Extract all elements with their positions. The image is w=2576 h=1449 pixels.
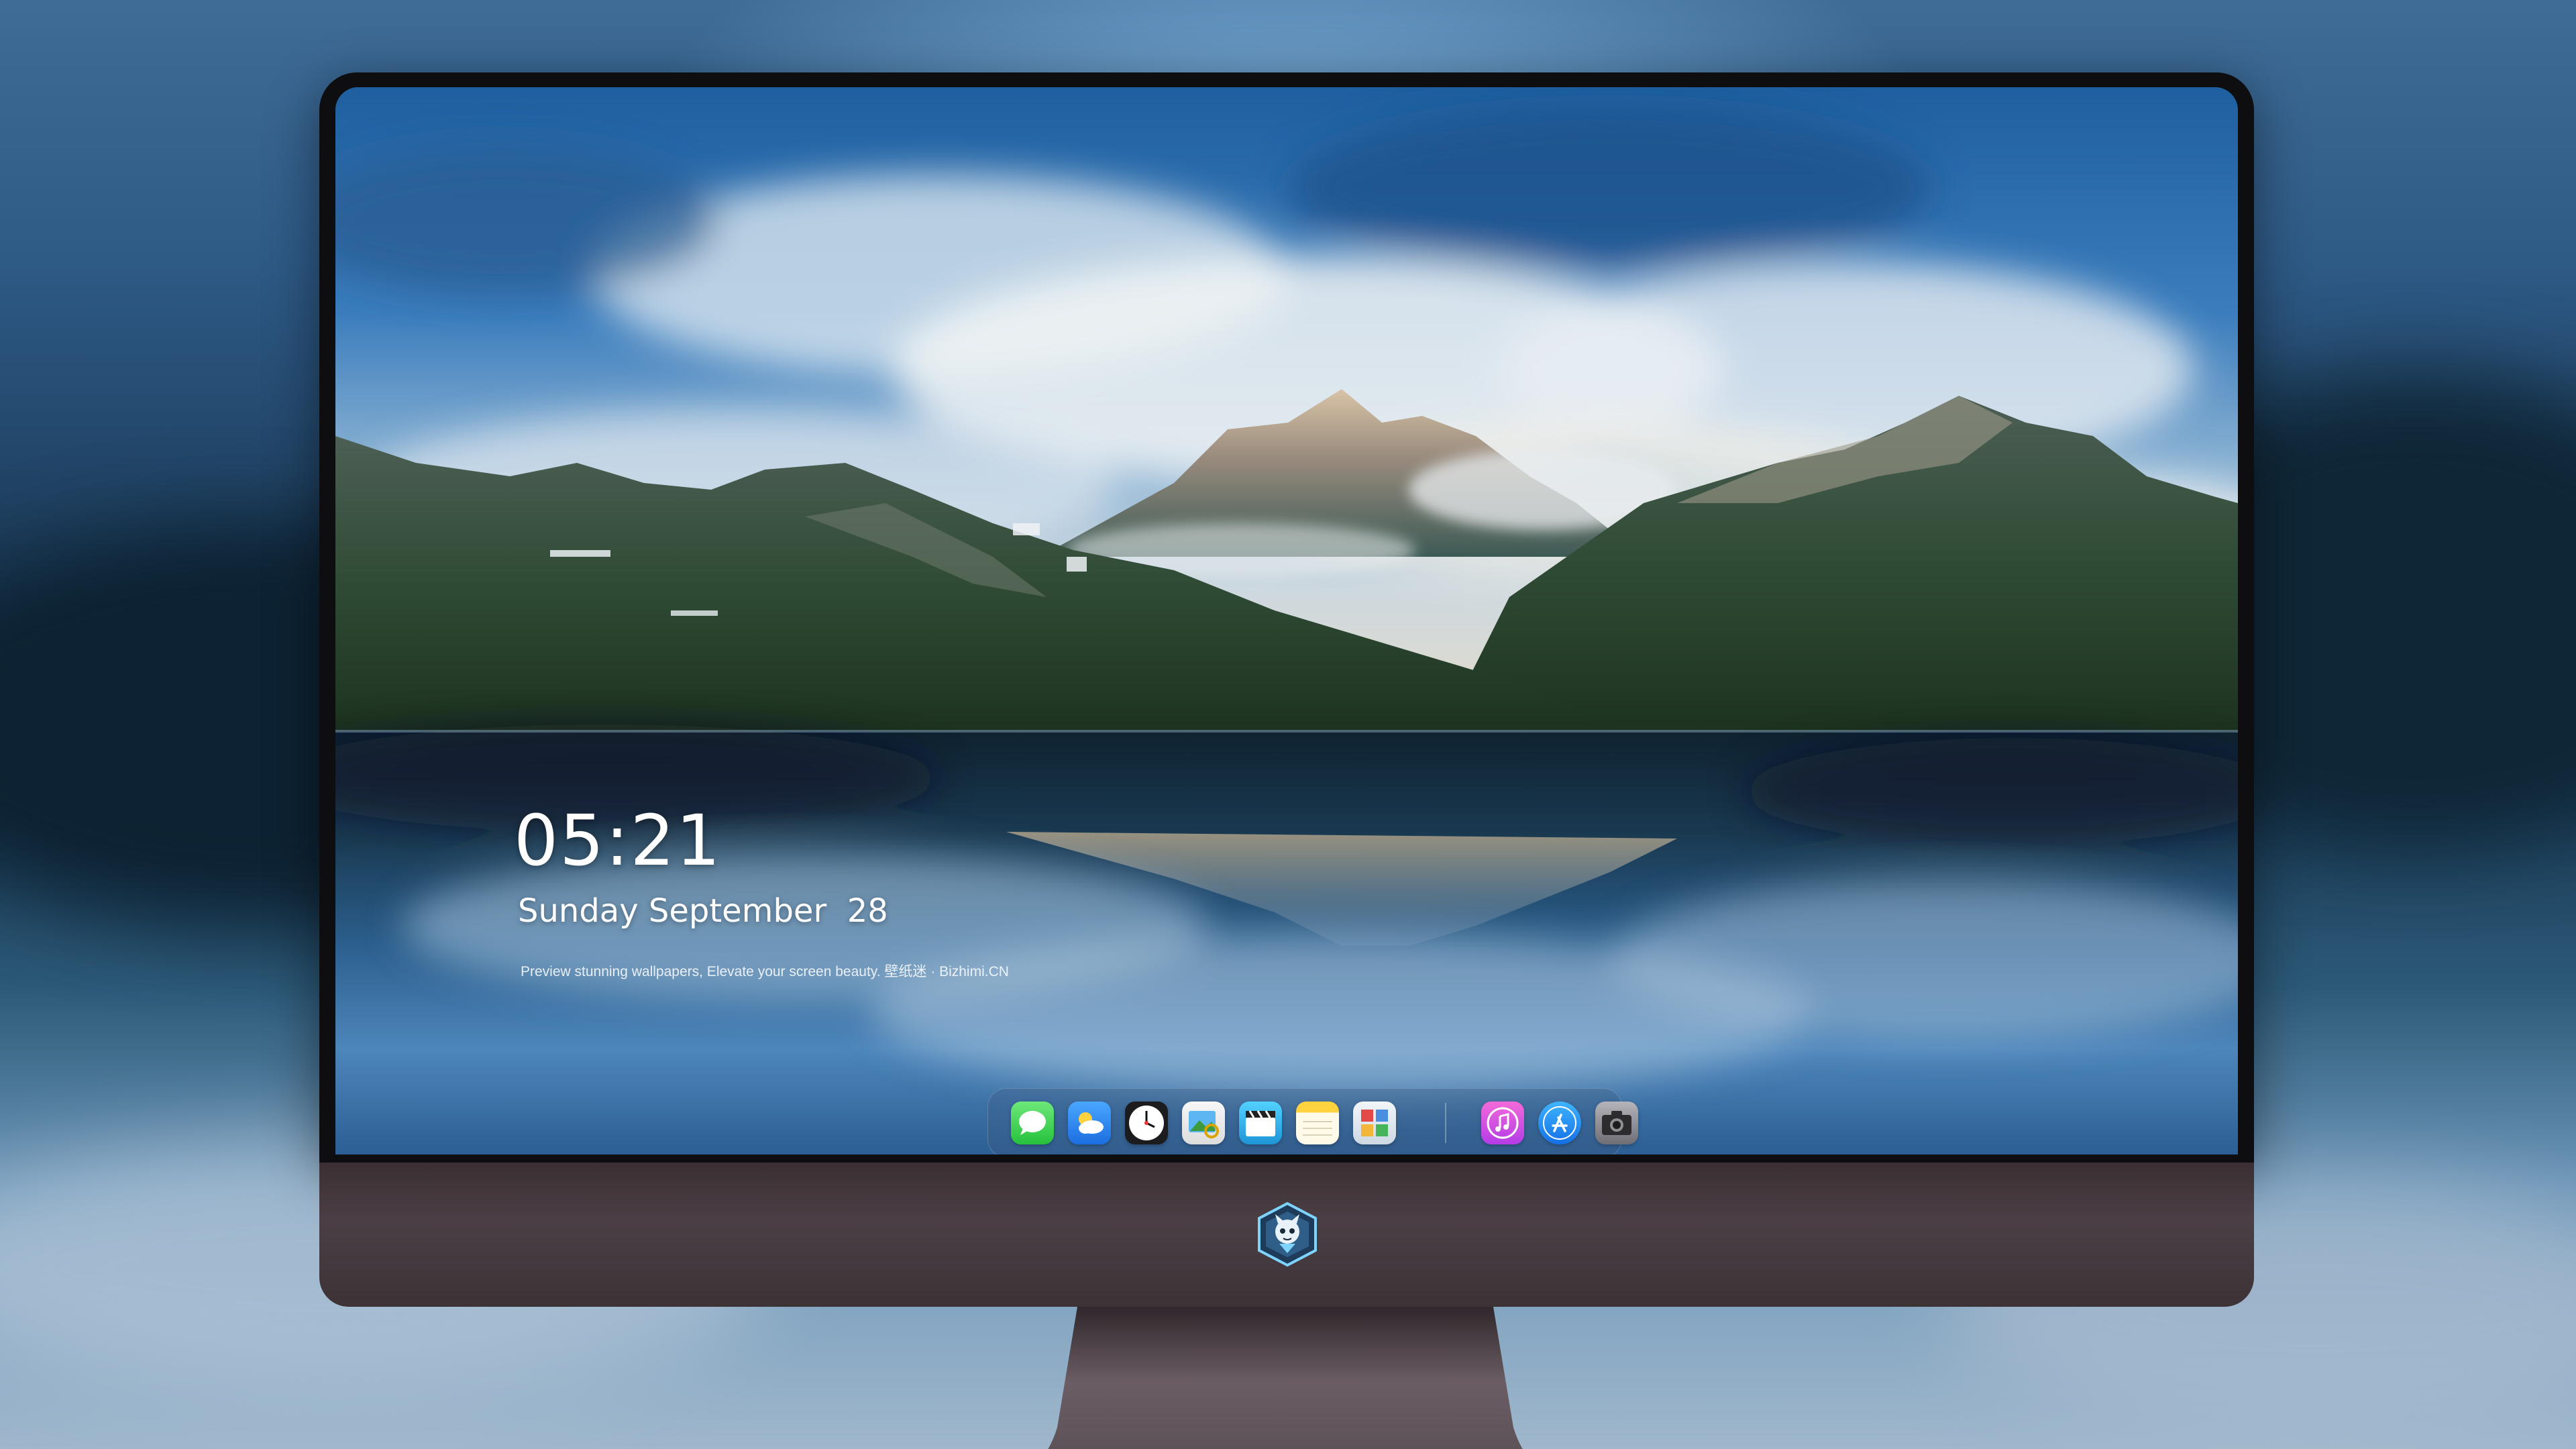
- brand-logo-icon: [1258, 1201, 1317, 1267]
- monitor-chin: [319, 1163, 2254, 1307]
- preview-glyph: [1189, 1111, 1219, 1138]
- app-store-icon[interactable]: [1538, 1102, 1581, 1144]
- monitor-stand: [1048, 1307, 1523, 1449]
- clock-icon[interactable]: [1125, 1102, 1168, 1144]
- dock: [987, 1088, 1638, 1155]
- clock-glyph: [1129, 1106, 1164, 1140]
- photo-booth-glyph: [1361, 1110, 1388, 1136]
- itunes-icon[interactable]: [1481, 1102, 1524, 1144]
- app-store-glyph: [1543, 1106, 1576, 1140]
- dock-separator: [1445, 1103, 1446, 1143]
- clips-glyph: [1246, 1110, 1275, 1136]
- wallpaper: [335, 87, 2238, 1155]
- lock-screen[interactable]: 05:21 Sunday September 28 Preview stunni…: [335, 87, 2238, 1155]
- notes-glyph: [1303, 1121, 1332, 1136]
- messages-glyph: [1019, 1111, 1046, 1135]
- camera-glyph: [1602, 1111, 1631, 1135]
- desktop-background: 05:21 Sunday September 28 Preview stunni…: [0, 0, 2576, 1449]
- itunes-glyph: [1487, 1107, 1519, 1139]
- clips-icon[interactable]: [1239, 1102, 1282, 1144]
- camera-icon[interactable]: [1595, 1102, 1638, 1144]
- notes-icon[interactable]: [1296, 1102, 1339, 1144]
- lock-screen-date: Sunday September 28: [518, 892, 888, 930]
- weather-glyph: [1079, 1112, 1104, 1134]
- photo-booth-icon[interactable]: [1353, 1102, 1396, 1144]
- lock-screen-time: 05:21: [514, 800, 722, 881]
- monitor-bezel: 05:21 Sunday September 28 Preview stunni…: [319, 72, 2254, 1163]
- monitor: 05:21 Sunday September 28 Preview stunni…: [319, 72, 2254, 1449]
- weather-icon[interactable]: [1068, 1102, 1111, 1144]
- wallpaper-tagline: Preview stunning wallpapers, Elevate you…: [521, 964, 1009, 979]
- messages-icon[interactable]: [1011, 1102, 1054, 1144]
- preview-icon[interactable]: [1182, 1102, 1225, 1144]
